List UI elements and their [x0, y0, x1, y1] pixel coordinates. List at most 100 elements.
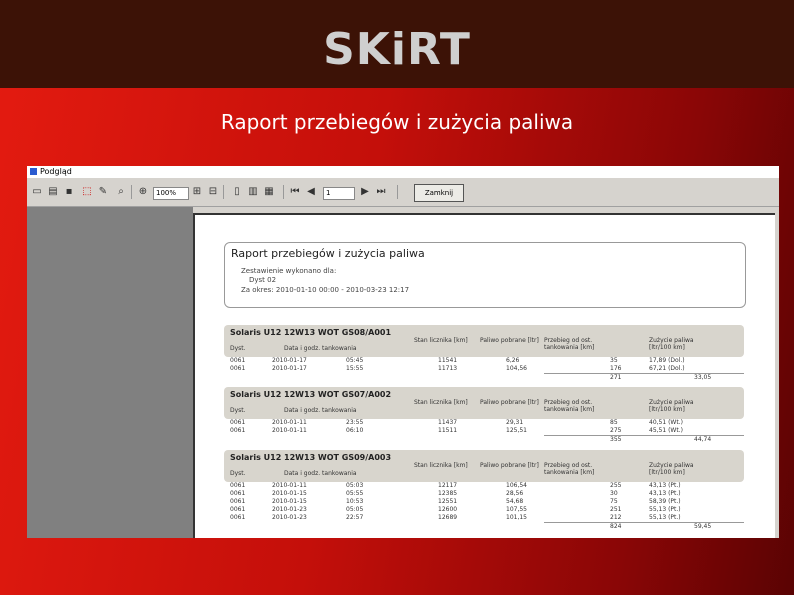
- group-header: Solaris U12 12W13 WOT GS09/A003 Dyst. Data…: [224, 450, 744, 482]
- open-icon[interactable]: ▤: [47, 186, 59, 198]
- prev-page-icon[interactable]: ◀: [305, 186, 317, 198]
- table-cell: 0061: [230, 506, 246, 513]
- summary-distance: 271: [610, 374, 622, 381]
- table-row: 0061 2010-01-23 22:57 12689 101,15 212 55,13 (…: [224, 514, 744, 522]
- group-summary: 271 33,05: [224, 373, 744, 381]
- toolbar-separator: [283, 185, 284, 199]
- table-cell: 2010-01-17: [272, 365, 307, 372]
- table-cell: 10:53: [346, 498, 364, 505]
- table-cell: 11511: [438, 427, 458, 434]
- summary-consumption: 33,05: [694, 374, 712, 381]
- table-cell: 12385: [438, 490, 458, 497]
- table-cell: 35: [610, 357, 618, 364]
- table-row: 0061 2010-01-23 05:05 12600 107,55 251 55,13 (…: [224, 506, 744, 514]
- summary-rule: [544, 435, 744, 436]
- table-cell: 23:55: [346, 419, 364, 426]
- column-header: Stan licznika [km]: [414, 399, 468, 406]
- column-header: Dyst.: [230, 470, 246, 477]
- report-scope-label: Zestawienie wykonano dla:: [241, 267, 337, 275]
- table-row: 0061 2010-01-17 05:45 11541 6,26 35 17,89 (Dol…: [224, 357, 744, 365]
- table-cell: 106,54: [506, 482, 527, 489]
- table-cell: 104,56: [506, 365, 527, 372]
- column-header: Zużycie paliwa [ltr/100 km]: [649, 462, 694, 476]
- zoom-select[interactable]: 100%: [153, 187, 189, 200]
- column-header: Dyst.: [230, 407, 246, 414]
- print-icon[interactable]: ▭: [31, 186, 43, 198]
- export-icon[interactable]: ✎: [97, 186, 109, 198]
- column-header: Zużycie paliwa [ltr/100 km]: [649, 399, 694, 413]
- pdf-icon[interactable]: ⬚: [81, 186, 93, 198]
- save-icon[interactable]: ▪: [63, 186, 75, 198]
- header-band: SKiRT: [0, 0, 794, 88]
- summary-distance: 824: [610, 523, 622, 530]
- table-cell: 176: [610, 365, 622, 372]
- app-icon: [30, 168, 37, 175]
- summary-rule: [544, 373, 744, 374]
- column-header: Zużycie paliwa [ltr/100 km]: [649, 337, 694, 351]
- summary-consumption: 59,45: [694, 523, 712, 530]
- table-cell: 2010-01-15: [272, 498, 307, 505]
- table-cell: 05:45: [346, 357, 364, 364]
- thumbnail-panel: [27, 207, 193, 538]
- column-header: Stan licznika [km]: [414, 337, 468, 344]
- table-cell: 2010-01-23: [272, 514, 307, 521]
- table-cell: 55,13 (Pt.): [649, 514, 681, 521]
- zoom-out-icon[interactable]: ⊟: [207, 186, 219, 198]
- vehicle-name: Solaris U12 12W13 WOT GS09/A003: [230, 453, 392, 462]
- toolbar-separator: [131, 185, 132, 199]
- zoom-icon[interactable]: ⊕: [137, 186, 149, 198]
- page-setup-icon[interactable]: ▦: [263, 186, 275, 198]
- column-header: Paliwo pobrane [ltr]: [480, 399, 539, 406]
- table-cell: 28,56: [506, 490, 524, 497]
- table-cell: 212: [610, 514, 622, 521]
- next-page-icon[interactable]: ▶: [359, 186, 371, 198]
- find-icon[interactable]: ⌕: [115, 186, 127, 198]
- brand-title: SKiRT: [323, 24, 471, 75]
- summary-rule: [544, 522, 744, 523]
- multi-page-icon[interactable]: ▥: [247, 186, 259, 198]
- window-titlebar: Podgląd: [27, 166, 779, 178]
- table-cell: 05:55: [346, 490, 364, 497]
- first-page-icon[interactable]: ⏮: [289, 186, 301, 198]
- zoom-in-icon[interactable]: ⊞: [191, 186, 203, 198]
- table-cell: 55,13 (Pt.): [649, 506, 681, 513]
- report-period: Za okres: 2010-01-10 00:00 - 2010-03-23 …: [241, 286, 410, 294]
- table-cell: 67,21 (Dol.): [649, 365, 685, 372]
- table-cell: 2010-01-17: [272, 357, 307, 364]
- page-number-input[interactable]: 1: [323, 187, 355, 200]
- table-cell: 29,31: [506, 419, 524, 426]
- vehicle-name: Solaris U12 12W13 WOT GS08/A001: [230, 328, 392, 337]
- table-cell: 12551: [438, 498, 458, 505]
- close-button[interactable]: Zamknij: [414, 184, 464, 202]
- table-cell: 12117: [438, 482, 458, 489]
- table-cell: 85: [610, 419, 618, 426]
- column-header: Przebieg od ost. tankowania [km]: [544, 462, 595, 476]
- column-header: Data i godz. tankowania: [284, 345, 357, 352]
- single-page-icon[interactable]: ▯: [231, 186, 243, 198]
- table-row: 0061 2010-01-11 06:10 11511 125,51 275 45,51 (…: [224, 427, 744, 435]
- table-cell: 0061: [230, 419, 246, 426]
- table-cell: 43,13 (Pt.): [649, 490, 681, 497]
- column-header: Paliwo pobrane [ltr]: [480, 462, 539, 469]
- table-cell: 22:57: [346, 514, 364, 521]
- table-cell: 2010-01-11: [272, 427, 307, 434]
- report-title: Raport przebiegów i zużycia paliwa: [231, 247, 425, 260]
- column-header: Data i godz. tankowania: [284, 407, 357, 414]
- table-cell: 0061: [230, 490, 246, 497]
- group-summary: 824 59,45: [224, 522, 744, 530]
- table-cell: 0061: [230, 498, 246, 505]
- table-cell: 0061: [230, 427, 246, 434]
- table-cell: 0061: [230, 357, 246, 364]
- table-cell: 6,26: [506, 357, 520, 364]
- column-header: Przebieg od ost. tankowania [km]: [544, 337, 595, 351]
- table-cell: 06:10: [346, 427, 364, 434]
- report-scope-value: Dyst 02: [249, 276, 277, 284]
- table-row: 0061 2010-01-15 10:53 12551 54,68 75 58,39 (Pt…: [224, 498, 744, 506]
- report-page: Raport przebiegów i zużycia paliwa Zesta…: [193, 213, 775, 538]
- table-cell: 2010-01-15: [272, 490, 307, 497]
- table-cell: 30: [610, 490, 618, 497]
- table-row: 0061 2010-01-11 23:55 11437 29,31 85 40,51 (Wt…: [224, 419, 744, 427]
- table-cell: 05:05: [346, 506, 364, 513]
- summary-distance: 355: [610, 436, 622, 443]
- last-page-icon[interactable]: ⏭: [375, 186, 387, 198]
